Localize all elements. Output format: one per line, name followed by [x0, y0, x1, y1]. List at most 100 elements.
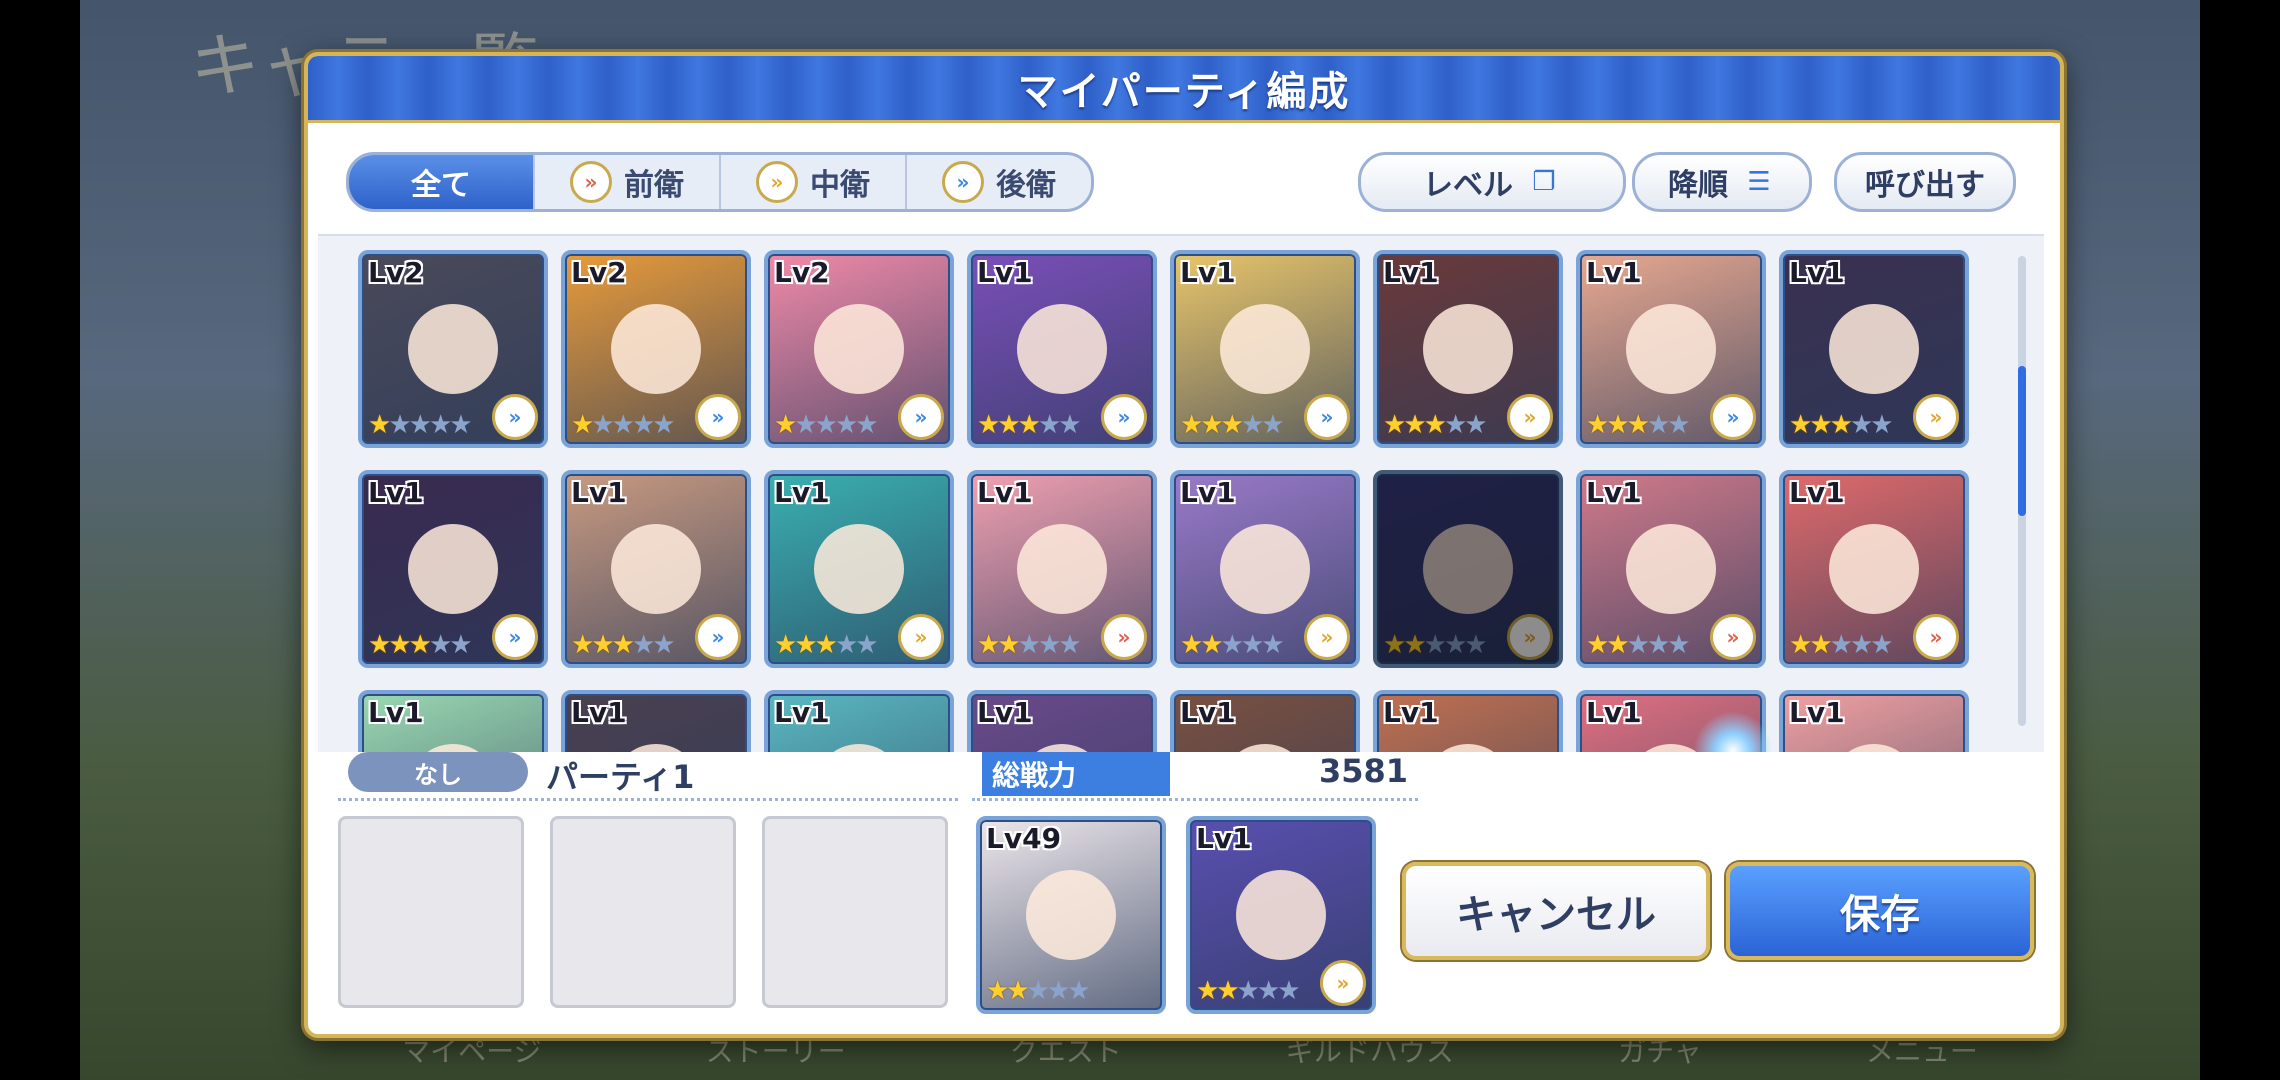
- roster-character-card[interactable]: Lv1 ★★★★★»: [358, 470, 548, 668]
- roster-character-card[interactable]: Lv1 ★★★★★»: [1373, 250, 1563, 448]
- star-icon: ★: [1196, 976, 1219, 1006]
- character-portrait: [1423, 524, 1513, 614]
- roster-character-card[interactable]: Lv1 ★★★★★»: [967, 250, 1157, 448]
- star-icon: ★: [449, 630, 472, 660]
- character-portrait: [1423, 304, 1513, 394]
- character-level: Lv2: [774, 256, 830, 289]
- character-portrait: [814, 304, 904, 394]
- star-icon: ★: [1667, 410, 1690, 440]
- star-icon: ★: [1017, 630, 1041, 660]
- tab-front[interactable]: » 前衛: [535, 155, 721, 209]
- star-rating: ★★★★★: [1586, 630, 1691, 660]
- tab-all[interactable]: 全て: [349, 155, 535, 209]
- back-role-icon: »: [492, 394, 538, 440]
- roster-character-card[interactable]: Lv1 ★★★★★»: [1576, 470, 1766, 668]
- star-icon: ★: [1046, 976, 1070, 1006]
- roster-character-card[interactable]: Lv1: [967, 690, 1157, 752]
- cancel-button[interactable]: キャンセル: [1402, 862, 1710, 960]
- back-role-icon: »: [695, 614, 741, 660]
- roster-character-card[interactable]: Lv2 ★★★★★»: [764, 250, 954, 448]
- roster-scroll-thumb[interactable]: [2018, 366, 2026, 516]
- tab-mid[interactable]: » 中衛: [721, 155, 907, 209]
- character-portrait: [1017, 524, 1107, 614]
- roster-character-card[interactable]: Lv1 ★★★★★»: [1576, 250, 1766, 448]
- star-icon: ★: [794, 630, 817, 660]
- star-rating: ★★★★★: [1586, 410, 1691, 440]
- empty-party-slot-3[interactable]: [762, 816, 948, 1008]
- star-icon: ★: [794, 410, 817, 440]
- character-portrait: [1626, 524, 1716, 614]
- roster-character-card[interactable]: Lv1: [1170, 690, 1360, 752]
- star-icon: ★: [814, 410, 838, 440]
- roster-character-card[interactable]: Lv1: [1373, 690, 1563, 752]
- roster-character-card[interactable]: Lv1 ★★★★★»: [1170, 470, 1360, 668]
- back-role-icon: »: [492, 614, 538, 660]
- star-icon: ★: [611, 410, 635, 440]
- roster-character-card[interactable]: Lv1 ★★★★★»: [1779, 470, 1969, 668]
- star-icon: ★: [1809, 630, 1832, 660]
- empty-party-slot-1[interactable]: [338, 816, 524, 1008]
- roster-character-card[interactable]: ★★★★★»: [1373, 470, 1563, 668]
- roster-character-card[interactable]: Lv1 ★★★★★»: [967, 470, 1157, 668]
- star-icon: ★: [1464, 410, 1487, 440]
- roster-character-card[interactable]: Lv2 ★★★★★»: [561, 250, 751, 448]
- roster-character-card[interactable]: Lv2 ★★★★★»: [358, 250, 548, 448]
- star-icon: ★: [1383, 410, 1406, 440]
- star-icon: ★: [1606, 410, 1629, 440]
- character-roster[interactable]: Lv2 ★★★★★» Lv2 ★★★★★» Lv2 ★★★★★» Lv1 ★★★★★» Lv1 ★…: [318, 234, 2044, 752]
- star-icon: ★: [1180, 410, 1203, 440]
- star-rating: ★★★★★: [986, 976, 1091, 1006]
- star-rating: ★★★★★: [774, 630, 879, 660]
- character-portrait: [1626, 304, 1716, 394]
- character-portrait: [1017, 744, 1107, 752]
- star-icon: ★: [591, 630, 614, 660]
- character-portrait: [1017, 304, 1107, 394]
- roster-character-card[interactable]: Lv1 ★★★★★»: [561, 470, 751, 668]
- character-level: Lv2: [368, 256, 424, 289]
- star-icon: ★: [1403, 630, 1426, 660]
- roster-character-card[interactable]: Lv1 ★★★★★»: [1779, 250, 1969, 448]
- sort-by-button[interactable]: レベル ❐: [1358, 152, 1626, 212]
- character-level: Lv1: [1586, 476, 1642, 509]
- character-level: Lv1: [571, 476, 627, 509]
- sort-order-button[interactable]: 降順 ☰: [1632, 152, 1812, 212]
- star-icon: ★: [1626, 410, 1650, 440]
- character-level: Lv1: [368, 696, 424, 729]
- star-icon: ★: [1261, 630, 1284, 660]
- star-icon: ★: [1849, 410, 1873, 440]
- empty-party-slot-2[interactable]: [550, 816, 736, 1008]
- star-icon: ★: [1383, 630, 1406, 660]
- tab-back[interactable]: » 後衛: [907, 155, 1091, 209]
- party-member-card[interactable]: Lv49 ★★★★★: [976, 816, 1166, 1014]
- star-icon: ★: [1037, 410, 1061, 440]
- star-icon: ★: [1200, 410, 1223, 440]
- roster-character-card[interactable]: Lv1: [358, 690, 548, 752]
- total-power-label: 総戦力: [982, 752, 1170, 796]
- character-level: Lv1: [774, 476, 830, 509]
- roster-character-card[interactable]: Lv1: [561, 690, 751, 752]
- save-button[interactable]: 保存: [1726, 862, 2034, 960]
- star-icon: ★: [1240, 410, 1264, 440]
- roster-character-card[interactable]: Lv1: [764, 690, 954, 752]
- mid-role-icon: »: [1507, 614, 1553, 660]
- recall-button[interactable]: 呼び出す: [1834, 152, 2016, 212]
- star-icon: ★: [1789, 410, 1812, 440]
- character-level: Lv1: [774, 696, 830, 729]
- roster-scrollbar[interactable]: [2018, 256, 2026, 726]
- star-icon: ★: [428, 630, 452, 660]
- star-icon: ★: [1829, 630, 1853, 660]
- selected-check-icon: ✔: [1828, 736, 1887, 752]
- star-rating: ★★★★★: [368, 630, 473, 660]
- party-member-card[interactable]: Lv1 ★★★★★»: [1186, 816, 1376, 1014]
- back-role-icon: »: [1101, 394, 1147, 440]
- mid-role-icon: »: [1304, 614, 1350, 660]
- star-icon: ★: [428, 410, 452, 440]
- star-icon: ★: [1240, 630, 1264, 660]
- roster-character-card[interactable]: Lv1 ★★★★★»: [1170, 250, 1360, 448]
- star-rating: ★★★★★: [977, 630, 1082, 660]
- stack-icon: ❐: [1532, 167, 1556, 197]
- roster-character-card[interactable]: Lv1 ★★★★★»: [764, 470, 954, 668]
- character-level: Lv1: [1383, 256, 1439, 289]
- character-level: Lv49: [986, 822, 1062, 855]
- star-icon: ★: [1220, 410, 1244, 440]
